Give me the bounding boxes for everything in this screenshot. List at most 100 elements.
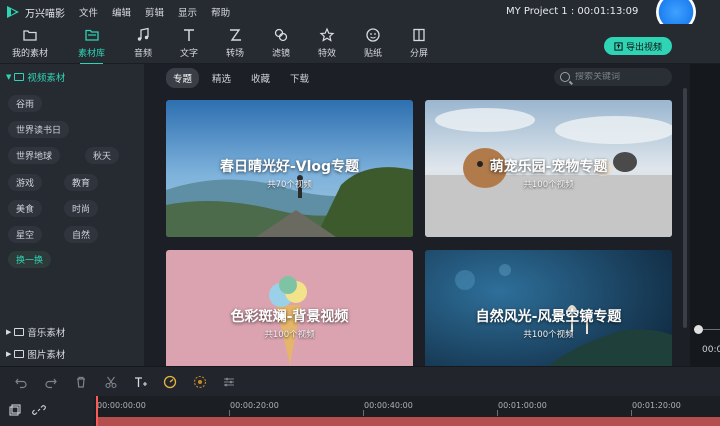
- effects-star-icon: [319, 27, 335, 42]
- triangle-right-icon: ▶: [6, 350, 12, 358]
- card-title: 自然风光-风景空镜专题: [475, 309, 622, 325]
- music-note-icon: [137, 27, 149, 41]
- tree-label: 音乐素材: [27, 328, 66, 339]
- card-count: 共100个视频: [523, 180, 574, 190]
- topic-card-spring-vlog[interactable]: 春日晴光好-Vlog专题 共70个视频: [166, 100, 413, 237]
- export-label: 导出视频: [625, 42, 662, 53]
- subtab-topics[interactable]: 专题: [166, 68, 200, 88]
- menu-edit[interactable]: 编辑: [112, 5, 131, 19]
- redo-icon[interactable]: [44, 375, 58, 389]
- add-track-icon[interactable]: [8, 403, 22, 417]
- tag-world-book-day[interactable]: 世界读书日: [8, 121, 70, 138]
- tool-library[interactable]: 素材库: [78, 27, 106, 65]
- tool-split-screen[interactable]: 分屏: [410, 27, 428, 61]
- subtab-favorites[interactable]: 收藏: [244, 68, 277, 88]
- tag-starry-sky[interactable]: 星空: [8, 226, 43, 243]
- ruler-tick: [229, 410, 230, 416]
- adjust-sliders-icon[interactable]: [222, 375, 236, 389]
- project-title: MY Project 1 : 00:01:13:09: [506, 6, 639, 17]
- tag-education[interactable]: 教育: [64, 174, 99, 191]
- tool-audio[interactable]: 音频: [134, 27, 152, 61]
- tool-text[interactable]: 文字: [180, 27, 198, 61]
- topic-card-pets[interactable]: 萌宠乐园-宠物专题 共100个视频: [425, 100, 672, 237]
- folder-icon: [14, 73, 25, 81]
- menu-clip[interactable]: 剪辑: [145, 5, 164, 19]
- library-scrollbar[interactable]: [683, 88, 687, 328]
- tag-fashion[interactable]: 时尚: [64, 200, 99, 217]
- preview-slider-track[interactable]: [703, 329, 720, 330]
- tree-music-materials[interactable]: ▶ 音乐素材: [6, 325, 65, 339]
- ruler-tick-label: 00:01:20:00: [632, 401, 681, 410]
- undo-icon[interactable]: [14, 375, 28, 389]
- export-video-button[interactable]: 导出视频: [604, 37, 672, 55]
- card-count: 共100个视频: [523, 330, 574, 340]
- tool-my-media[interactable]: 我的素材: [12, 27, 48, 61]
- menu-view[interactable]: 显示: [178, 5, 197, 19]
- preview-slider-handle[interactable]: [694, 325, 703, 334]
- subtab-featured[interactable]: 精选: [205, 68, 238, 88]
- card-count: 共70个视频: [267, 180, 312, 190]
- filter-icon: [274, 28, 288, 42]
- tag-refresh-button[interactable]: 换一换: [8, 251, 52, 268]
- ruler-tick-label: 00:00:20:00: [230, 401, 279, 410]
- timeline-clip-track[interactable]: [96, 417, 720, 426]
- text-t-icon: [184, 29, 194, 41]
- tag-world-earth[interactable]: 世界地球: [8, 147, 61, 164]
- link-icon[interactable]: [32, 403, 46, 417]
- tag-nature[interactable]: 自然: [64, 226, 99, 243]
- ruler-tick-label: 00:00:00:00: [97, 401, 146, 410]
- tag-food[interactable]: 美食: [8, 200, 43, 217]
- ruler-tick-label: 00:00:40:00: [364, 401, 413, 410]
- ruler-tick: [363, 410, 364, 416]
- subtab-downloads[interactable]: 下载: [283, 68, 316, 88]
- speed-icon[interactable]: [163, 375, 177, 389]
- tool-filter[interactable]: 滤镜: [272, 27, 290, 61]
- tool-label: 滤镜: [272, 49, 291, 59]
- preview-time: 00:00: [702, 345, 720, 355]
- tool-transition[interactable]: 转场: [226, 27, 244, 61]
- tool-label: 特效: [318, 49, 337, 59]
- timeline-playhead[interactable]: [96, 396, 98, 426]
- menu-list: 文件 编辑 剪辑 显示 帮助: [79, 5, 230, 19]
- tool-sticker[interactable]: 贴纸: [364, 27, 382, 61]
- tool-label: 分屏: [410, 49, 429, 59]
- preview-panel-edge: [690, 64, 720, 366]
- sticker-icon: [366, 28, 380, 42]
- timeline-toolbar: [0, 366, 720, 396]
- tree-image-materials[interactable]: ▶ 图片素材: [6, 347, 65, 361]
- triangle-down-icon: ▼: [6, 73, 12, 81]
- folder-icon: [14, 350, 25, 358]
- card-title: 色彩斑斓-背景视频: [230, 309, 349, 325]
- tag-autumn[interactable]: 秋天: [85, 147, 120, 164]
- folder-icon: [14, 328, 25, 336]
- tag-guyu[interactable]: 谷雨: [8, 95, 43, 112]
- split-screen-icon: [413, 28, 425, 42]
- add-text-icon[interactable]: [133, 375, 147, 389]
- rotate-icon[interactable]: [193, 375, 207, 389]
- tool-label: 素材库: [78, 49, 106, 59]
- menu-bar: 万兴喵影 文件 编辑 剪辑 显示 帮助 MY Project 1 : 00:01…: [0, 0, 720, 32]
- tree-label: 图片素材: [27, 350, 66, 361]
- menu-help[interactable]: 帮助: [211, 5, 230, 19]
- search-icon: [560, 72, 570, 82]
- app-name: 万兴喵影: [25, 8, 65, 20]
- card-title: 春日晴光好-Vlog专题: [219, 159, 360, 175]
- menu-file[interactable]: 文件: [79, 5, 98, 19]
- video-editor-window: 万兴喵影 文件 编辑 剪辑 显示 帮助 MY Project 1 : 00:01…: [0, 0, 720, 426]
- triangle-right-icon: ▶: [6, 328, 12, 336]
- track-header: [0, 396, 94, 426]
- library-content: 专题 精选 收藏 下载 搜索关键词 春日晴光好-Vlog专题 共70个视频 萌宠…: [152, 64, 682, 387]
- tree-video-materials[interactable]: ▼ 视频素材: [6, 70, 65, 84]
- search-input[interactable]: [575, 72, 665, 82]
- scissors-cut-icon[interactable]: [104, 375, 118, 389]
- transition-icon: [230, 29, 241, 41]
- tag-game[interactable]: 游戏: [8, 174, 43, 191]
- tree-label: 视频素材: [27, 73, 66, 84]
- delete-trash-icon[interactable]: [74, 375, 88, 389]
- library-subtabs: 专题 精选 收藏 下载: [166, 68, 316, 88]
- tool-effects[interactable]: 特效: [318, 27, 336, 61]
- export-upload-icon: [614, 41, 623, 51]
- tool-label: 我的素材: [12, 49, 49, 59]
- card-title: 萌宠乐园-宠物专题: [489, 159, 608, 175]
- app-logo-icon: [5, 4, 21, 20]
